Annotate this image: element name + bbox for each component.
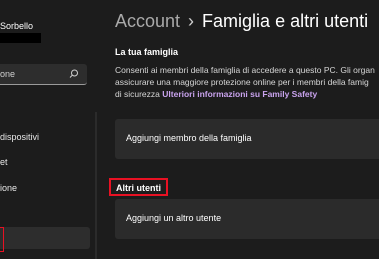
add-other-user-card[interactable]: Aggiungi un altro utente bbox=[115, 199, 379, 239]
description-line: Consenti ai membri della famiglia di acc… bbox=[115, 65, 375, 75]
search-input-value: one bbox=[0, 69, 16, 79]
breadcrumb-parent[interactable]: Account bbox=[115, 11, 180, 31]
sidebar-item-rete[interactable]: et bbox=[0, 154, 8, 170]
add-other-user-label: Aggiungi un altro utente bbox=[126, 213, 222, 223]
add-family-member-card[interactable]: Aggiungi membro della famiglia bbox=[115, 119, 379, 159]
family-description: Consenti ai membri della famiglia di acc… bbox=[115, 64, 379, 100]
page-title: Famiglia e altri utenti bbox=[202, 11, 369, 31]
sidebar-item-account[interactable] bbox=[0, 227, 90, 249]
breadcrumb: Account › Famiglia e altri utenti bbox=[115, 11, 368, 32]
description-line: di sicurezza Ulteriori informazioni su F… bbox=[115, 88, 379, 100]
sidebar-item-label: et bbox=[0, 157, 8, 167]
family-safety-link[interactable]: Ulteriori informazioni su Family Safety bbox=[162, 89, 317, 99]
description-prefix: di sicurezza bbox=[115, 89, 160, 99]
family-section-title: La tua famiglia bbox=[115, 47, 179, 57]
scrollbar-track[interactable] bbox=[95, 112, 97, 259]
sidebar-item-personalizzazione[interactable]: ione bbox=[0, 180, 17, 196]
sidebar-item-label: dispositivi bbox=[0, 132, 40, 142]
sidebar-item-label: ione bbox=[0, 183, 18, 193]
sidebar: Sorbello one dispositivi et ione bbox=[0, 0, 100, 259]
selection-highlight bbox=[0, 227, 4, 252]
search-input[interactable]: one bbox=[0, 64, 87, 85]
description-line: assicurare una maggiore protezione onlin… bbox=[115, 77, 369, 87]
redacted-email bbox=[0, 33, 41, 43]
sidebar-item-dispositivi[interactable]: dispositivi bbox=[0, 129, 39, 145]
other-users-section-title: Altri utenti bbox=[109, 178, 168, 196]
search-icon[interactable] bbox=[68, 68, 80, 80]
user-name: Sorbello bbox=[0, 21, 34, 31]
add-family-member-label: Aggiungi membro della famiglia bbox=[126, 133, 252, 143]
breadcrumb-separator: › bbox=[188, 11, 195, 31]
